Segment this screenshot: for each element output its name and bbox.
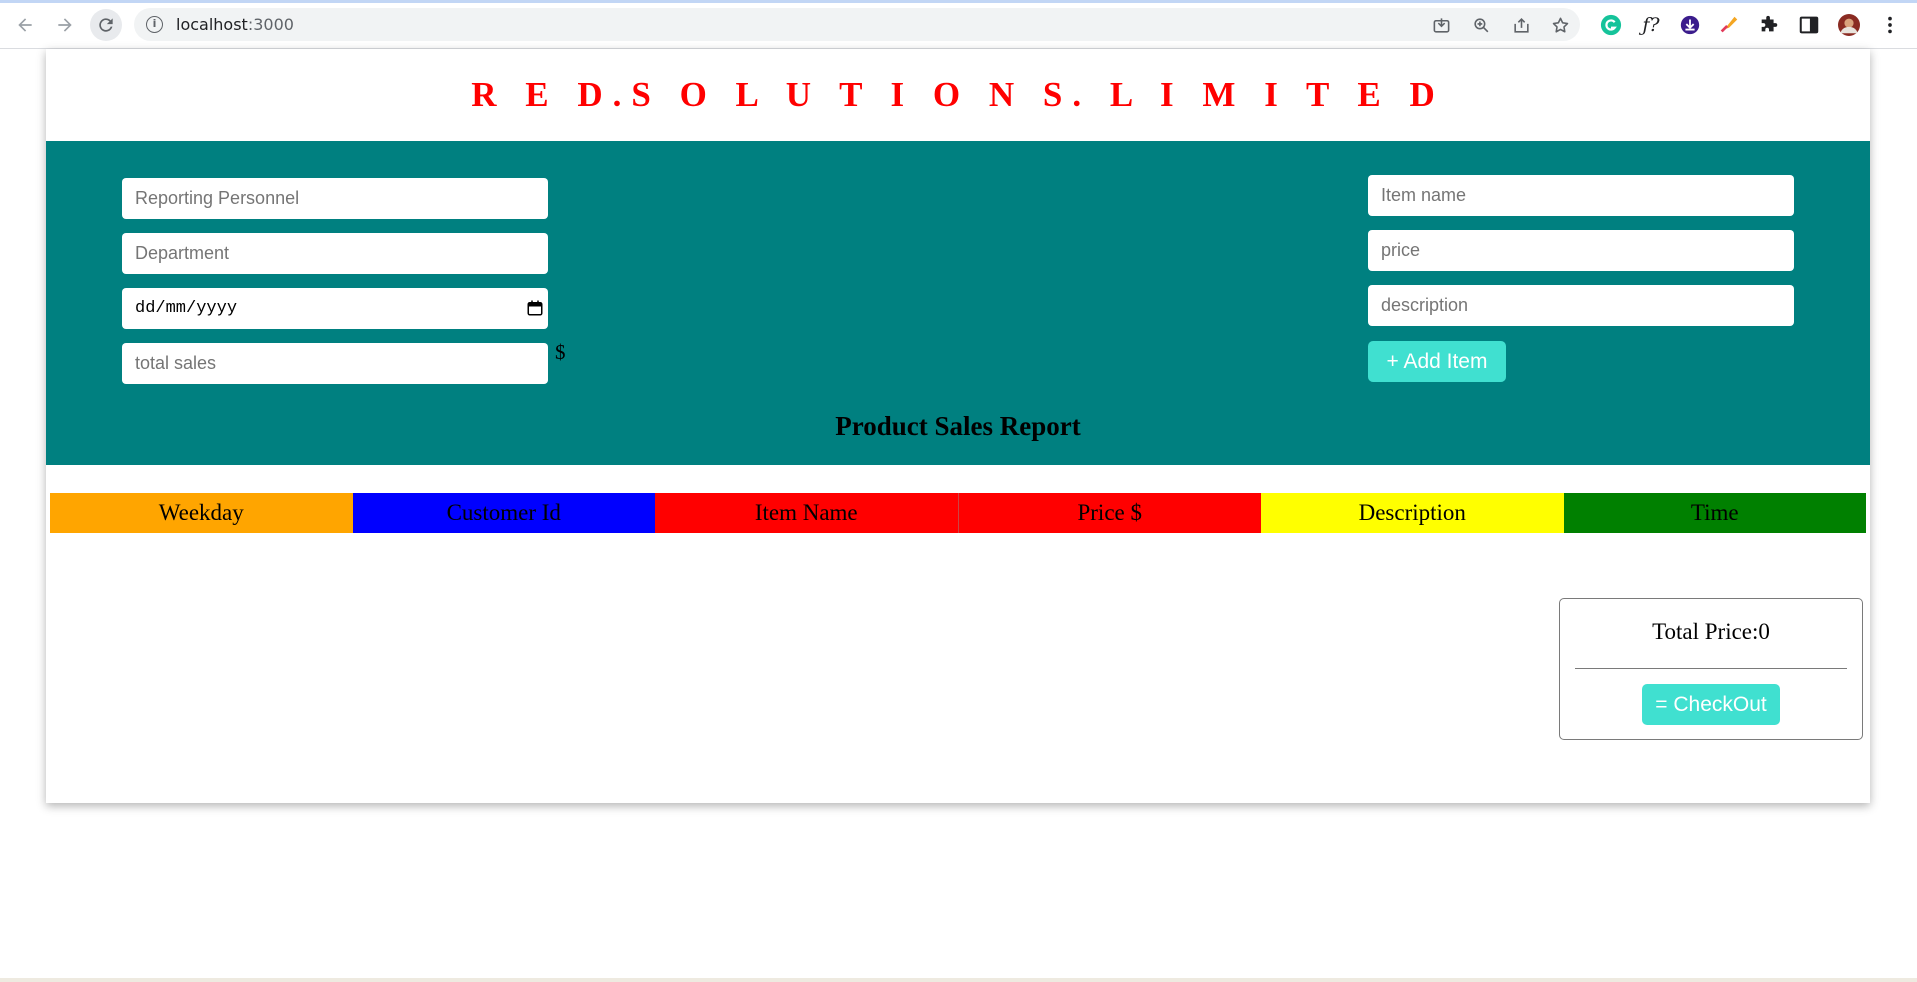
total-price-label: Total Price:0	[1652, 619, 1770, 644]
total-summary-box: Total Price:0 = CheckOut	[1559, 598, 1863, 740]
column-header: Item Name	[655, 493, 958, 533]
entry-panel: dd/mm/yyyy $ + Add Item Product Sales Re…	[46, 141, 1870, 465]
tab-strip-edge	[0, 0, 1917, 3]
arrow-right-icon	[58, 18, 72, 32]
column-header: Price $	[957, 493, 1261, 533]
app-card: R E D.S O L U T I O N S. L I M I T E D d…	[46, 49, 1870, 803]
description-input[interactable]	[1368, 285, 1794, 326]
reload-icon	[99, 18, 113, 32]
item-name-input[interactable]	[1368, 175, 1794, 216]
url-port: :3000	[247, 15, 294, 34]
side-panel-icon[interactable]	[1797, 13, 1821, 37]
star-icon[interactable]	[1550, 15, 1570, 35]
reload-button[interactable]	[90, 9, 122, 41]
fx-icon[interactable]: ƒ?	[1639, 13, 1663, 37]
back-button[interactable]	[9, 9, 41, 41]
browser-toolbar: i localhost:3000 ƒ?	[0, 0, 1917, 49]
department-input[interactable]	[122, 233, 548, 274]
price-input[interactable]	[1368, 230, 1794, 271]
arrow-left-icon	[18, 18, 32, 32]
address-bar[interactable]: i localhost:3000	[134, 8, 1580, 41]
avatar[interactable]	[1837, 13, 1861, 37]
report-title: Product Sales Report	[835, 411, 1081, 441]
brand-title: R E D.S O L U T I O N S. L I M I T E D	[471, 75, 1445, 114]
url-text[interactable]: localhost:3000	[176, 15, 294, 34]
calendar-icon[interactable]	[526, 299, 544, 317]
zoom-icon[interactable]	[1471, 15, 1491, 35]
date-input[interactable]: dd/mm/yyyy	[122, 288, 548, 329]
eyedropper-icon[interactable]	[1717, 13, 1741, 37]
total-sales-input[interactable]	[122, 343, 548, 384]
kebab-menu-icon[interactable]	[1878, 13, 1902, 37]
window-bottom-edge	[0, 978, 1917, 982]
forward-button[interactable]	[49, 9, 81, 41]
date-placeholder: dd/mm/yyyy	[135, 299, 238, 318]
column-header: Time	[1563, 493, 1866, 533]
share-icon[interactable]	[1511, 15, 1531, 35]
reporting-personnel-input[interactable]	[122, 178, 548, 219]
column-header: Customer Id	[352, 493, 655, 533]
add-item-button[interactable]: + Add Item	[1368, 341, 1506, 382]
column-header: Weekday	[50, 493, 353, 533]
column-header: Description	[1261, 493, 1564, 533]
report-table-header: Weekday Customer Id Item Name Price $ De…	[50, 493, 1866, 533]
grammarly-icon[interactable]	[1599, 13, 1623, 37]
divider	[1575, 668, 1847, 669]
url-host: localhost	[176, 15, 248, 34]
puzzle-icon[interactable]	[1757, 13, 1781, 37]
install-icon[interactable]	[1431, 15, 1451, 35]
checkout-button[interactable]: = CheckOut	[1642, 684, 1780, 725]
currency-label: $	[555, 340, 566, 364]
info-icon[interactable]: i	[146, 16, 163, 33]
download-icon[interactable]	[1678, 13, 1702, 37]
